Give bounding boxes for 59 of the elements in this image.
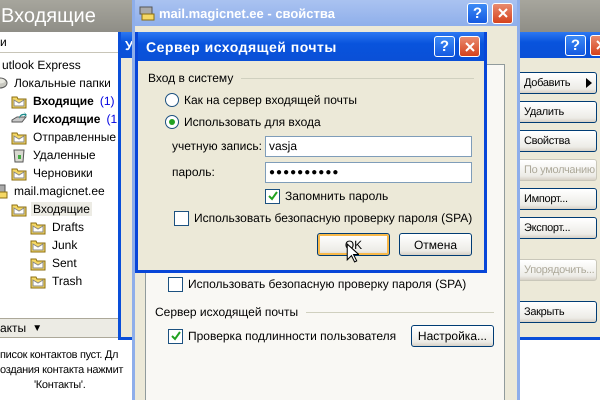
folder-item[interactable]: Исходящие: [31, 112, 102, 126]
checkbox[interactable]: [265, 188, 280, 204]
close-icon: [498, 8, 508, 18]
unread-count: (1): [100, 94, 115, 108]
folder-item[interactable]: mail.magicnet.ee: [12, 184, 107, 198]
server-icon: [139, 5, 155, 21]
folder-item[interactable]: Отправленные: [31, 130, 118, 144]
account-button[interactable]: Экспорт...: [517, 217, 597, 239]
folder-item[interactable]: Trash: [50, 274, 84, 288]
help-button[interactable]: ?: [434, 36, 455, 57]
folder-item[interactable]: Sent: [50, 256, 79, 270]
field-label: пароль:: [172, 165, 216, 179]
folder-item[interactable]: Черновики: [31, 166, 95, 180]
contacts-message: оздания контакта нажмит: [0, 363, 124, 378]
folder-item[interactable]: Входящие: [31, 202, 92, 216]
contacts-message: писок контактов пуст. Дл: [0, 348, 118, 363]
radio-label: Использовать для входа: [184, 115, 321, 129]
account-field[interactable]: vasja: [265, 136, 472, 156]
account-button[interactable]: Свойства: [517, 130, 597, 152]
radio-button[interactable]: [165, 115, 179, 129]
folder-item[interactable]: Локальные папки: [12, 76, 113, 90]
contacts-title[interactable]: акты: [0, 321, 26, 335]
close-button[interactable]: [459, 36, 480, 57]
checkbox-label: Использовать безопасную проверку пароля (SPA): [194, 211, 472, 225]
folder-item[interactable]: Входящие: [31, 94, 96, 108]
settings-button[interactable]: Настройка...: [410, 325, 494, 347]
checkbox[interactable]: [168, 276, 183, 292]
group-label: Вход в систему: [148, 71, 234, 85]
field-label: учетную запись:: [172, 139, 263, 153]
checkbox-label: Использовать безопасную проверку пароля (SPA): [188, 277, 466, 291]
checkbox-label: Запомнить пароль: [285, 189, 388, 203]
checkbox[interactable]: [168, 328, 183, 344]
account-button[interactable]: Удалить: [517, 101, 597, 123]
caret-icon[interactable]: ▼: [32, 322, 42, 334]
account-button[interactable]: Добавить: [517, 72, 597, 94]
account-button[interactable]: Импорт...: [517, 188, 597, 210]
contacts-message: 'Контакты'.: [34, 378, 86, 393]
unread-count: (1: [106, 112, 118, 126]
cancel-button[interactable]: Отмена: [399, 233, 472, 256]
folder-item[interactable]: utlook Express: [0, 58, 83, 72]
close-button[interactable]: [492, 2, 513, 24]
folder-title: Входящие: [1, 4, 96, 28]
account-button[interactable]: Закрыть: [517, 301, 597, 323]
window-title: mail.magicnet.ee - свойства: [159, 6, 335, 20]
radio-button[interactable]: [165, 93, 179, 107]
folder-item[interactable]: Удаленные: [31, 148, 98, 162]
password-field[interactable]: ●●●●●●●●●●: [265, 162, 472, 182]
close-icon: [464, 42, 474, 52]
folder-item[interactable]: Junk: [50, 238, 80, 252]
folder-item[interactable]: Drafts: [50, 220, 86, 234]
section-title: Сервер исходящей почты: [155, 305, 298, 319]
help-button[interactable]: ?: [467, 2, 488, 24]
window-title: Сервер исходящей почты: [146, 38, 337, 54]
help-button[interactable]: ?: [565, 34, 586, 56]
trash-icon: [11, 147, 27, 163]
checkbox[interactable]: [174, 210, 189, 226]
pane-header-text: и: [0, 35, 7, 49]
radio-label: Как на сервер входящей почты: [184, 93, 358, 107]
checkbox-label: Проверка подлинности пользователя: [188, 329, 396, 343]
